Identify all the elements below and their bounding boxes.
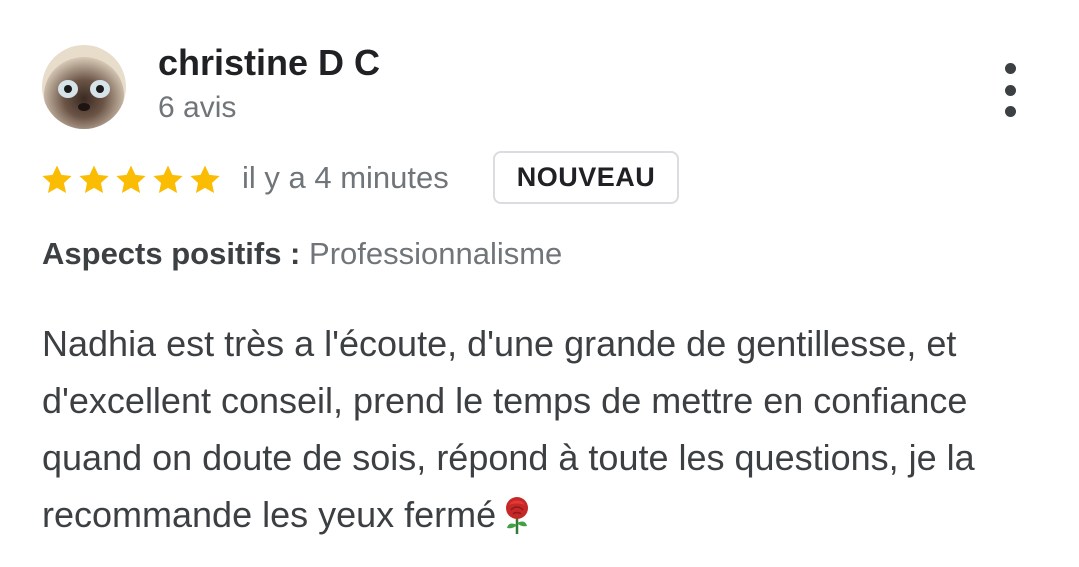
more-options-button[interactable] (992, 63, 1028, 117)
positive-aspects-label: Aspects positifs : (42, 236, 301, 271)
star-rating (40, 160, 225, 200)
star-icon (116, 165, 146, 194)
star-icon (79, 165, 109, 194)
author-review-count: 6 avis (158, 91, 237, 124)
star-icon (190, 165, 220, 194)
more-vert-icon (1004, 63, 1016, 74)
siamese-cat-icon (42, 45, 126, 129)
star-icon (42, 165, 72, 194)
star-icon (153, 165, 183, 194)
review-body: Nadhia est très a l'écoute, d'une grande… (42, 315, 1042, 551)
review-card: christine D C 6 avis il y a 4 minutes NO… (0, 0, 1079, 567)
author-name[interactable]: christine D C (158, 42, 380, 84)
positive-aspects: Aspects positifs : Professionnalisme (42, 236, 562, 272)
review-time: il y a 4 minutes (242, 160, 449, 195)
positive-aspects-value: Professionnalisme (309, 236, 563, 271)
rose-icon (502, 494, 532, 551)
avatar[interactable] (42, 45, 126, 129)
new-badge: NOUVEAU (493, 151, 679, 204)
